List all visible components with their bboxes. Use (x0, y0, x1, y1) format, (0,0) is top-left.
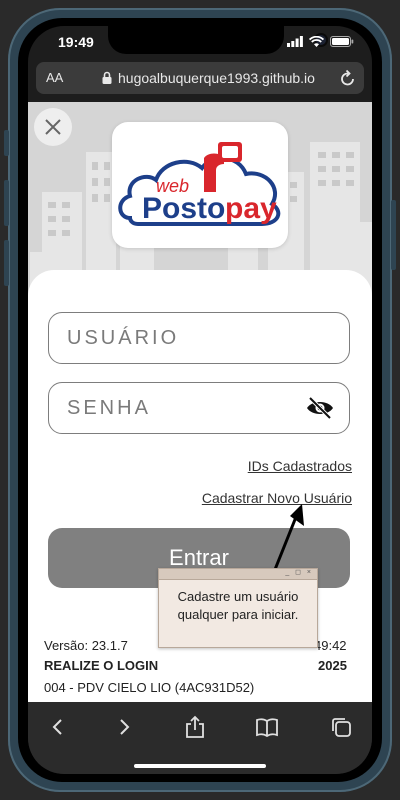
address-bar[interactable]: AA hugoalbuquerque1993.github.io (36, 62, 364, 94)
lock-icon (102, 71, 112, 84)
volume-up-button (4, 180, 9, 226)
back-button[interactable] (42, 712, 72, 742)
browser-toolbar (28, 702, 372, 774)
reload-icon[interactable] (340, 69, 356, 87)
share-icon (186, 715, 204, 738)
tooltip-line-2: qualquer para iniciar. (177, 607, 299, 622)
home-indicator (134, 764, 266, 768)
url-text[interactable]: hugoalbuquerque1993.github.io (118, 70, 315, 86)
share-button[interactable] (180, 712, 210, 742)
tabs-icon (332, 718, 351, 737)
battery-icon (330, 36, 354, 47)
tooltip-titlebar: _ ◻ × (159, 569, 317, 580)
status-time: 19:49 (58, 34, 94, 50)
tooltip-line-1: Cadastre um usuário (177, 589, 299, 604)
volume-down-button (4, 240, 9, 286)
back-icon (52, 719, 62, 735)
forward-icon (120, 719, 130, 735)
bookmarks-button[interactable] (252, 712, 282, 742)
phone-screen: 19:49 AA hugoalbuquerque1993.github.io w… (28, 26, 372, 774)
wifi-icon (309, 36, 324, 47)
signal-icon (287, 36, 303, 47)
power-button (391, 200, 396, 270)
help-tooltip: _ ◻ × Cadastre um usuário qualquer para … (158, 568, 318, 648)
status-icons (287, 36, 354, 47)
text-size-button[interactable]: AA (46, 70, 63, 85)
mute-switch (4, 130, 9, 156)
bookmarks-icon (256, 718, 278, 737)
forward-button[interactable] (110, 712, 140, 742)
tooltip-window-controls[interactable]: _ ◻ × (285, 568, 313, 576)
tooltip-text: Cadastre um usuário qualquer para inicia… (159, 588, 317, 624)
dynamic-island (108, 26, 326, 54)
status-bar: 19:49 (28, 26, 372, 62)
tabs-button[interactable] (326, 712, 356, 742)
